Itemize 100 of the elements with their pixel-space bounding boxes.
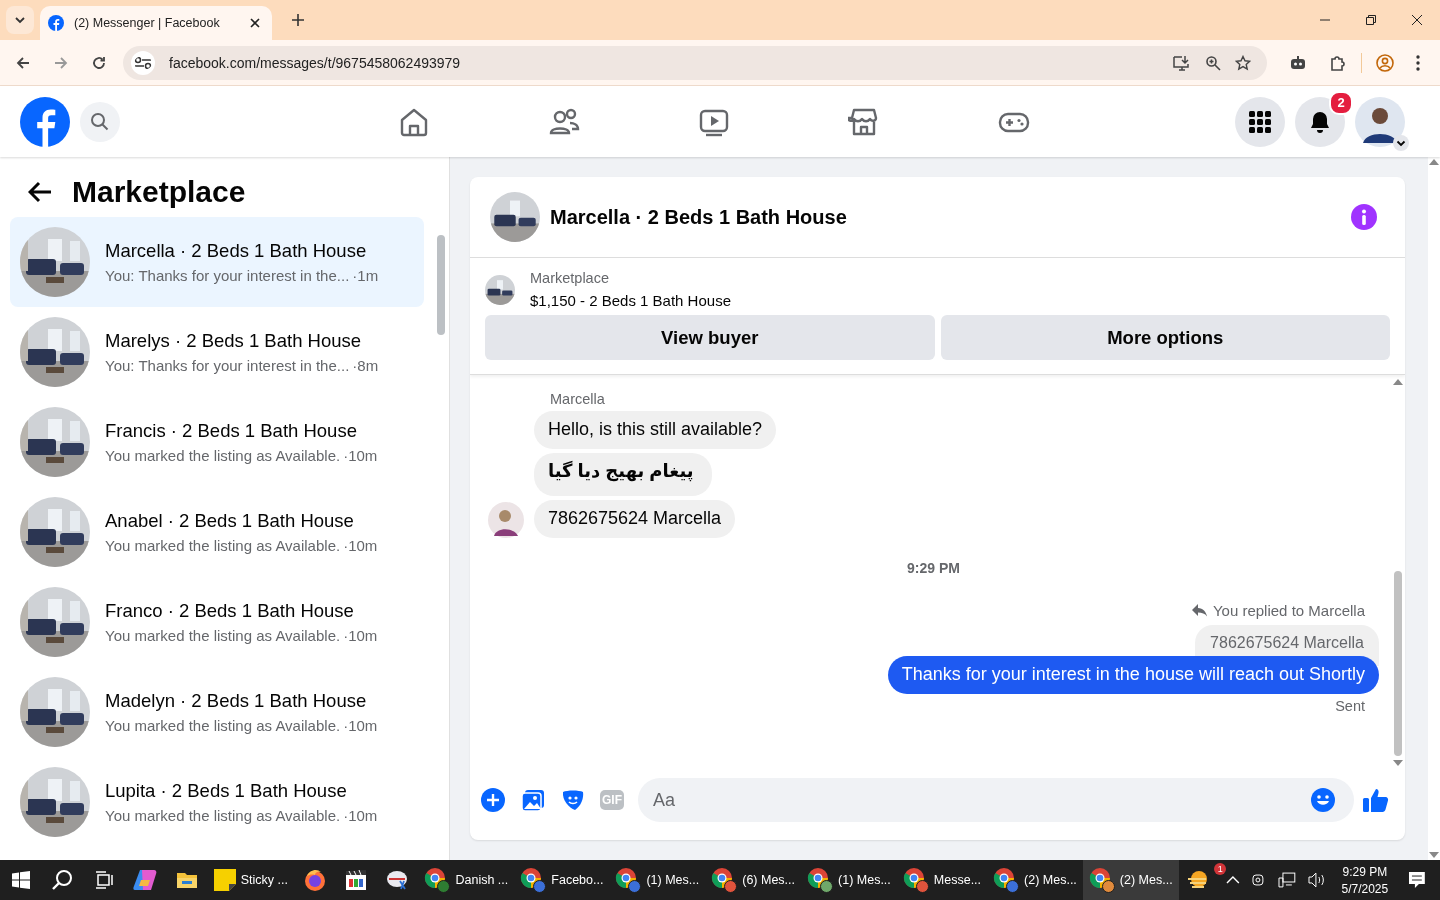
copilot-icon[interactable] <box>133 869 158 891</box>
new-tab-icon[interactable] <box>292 14 304 26</box>
tab-search-button[interactable] <box>6 6 34 34</box>
notifications-button[interactable] <box>1295 96 1345 147</box>
conversation-title: Marelys · 2 Beds 1 Bath House <box>105 330 363 352</box>
message-bubble: پیغام بھیج دیا گیا <box>534 452 712 497</box>
scroll-up-icon[interactable] <box>1393 379 1403 385</box>
chevron-up-icon[interactable] <box>1226 876 1241 884</box>
view-buyer-button[interactable]: View buyer <box>485 315 935 360</box>
windows-start-icon[interactable] <box>11 871 30 889</box>
conversation-item[interactable]: Francis · 2 Beds 1 Bath House You marked the listing as Available. ·10m <box>10 397 424 487</box>
message-input[interactable]: Aa <box>638 778 1354 822</box>
taskbar-app[interactable]: (2) Mes... <box>1082 860 1179 900</box>
conversation-item[interactable]: Marcella · 2 Beds 1 Bath House You: Thanks for your interest in the... ·1m <box>10 217 424 307</box>
firefox-icon[interactable] <box>302 868 327 892</box>
search-icon <box>90 111 110 132</box>
close-icon[interactable] <box>1411 14 1423 26</box>
info-icon[interactable] <box>1351 204 1377 230</box>
task-view-icon[interactable] <box>94 871 113 889</box>
thumbs-up-icon[interactable] <box>1362 786 1390 814</box>
conversation-title: Marcella · 2 Beds 1 Bath House <box>105 240 368 262</box>
conversation-item[interactable]: Lupita · 2 Beds 1 Bath House You marked the listing as Available. ·10m <box>10 757 424 847</box>
bookmark-star-icon[interactable] <box>1235 54 1251 71</box>
notification-badge: 2 <box>1329 90 1353 115</box>
network-icon[interactable] <box>1277 872 1296 888</box>
message-preview: You: Thanks for your interest in the... <box>105 267 350 284</box>
conversation-title: Francis · 2 Beds 1 Bath House <box>105 420 358 442</box>
menu-icon[interactable] <box>1416 54 1420 71</box>
site-settings-icon[interactable] <box>131 50 155 75</box>
image-icon[interactable] <box>520 787 546 813</box>
message-time: ·8m <box>352 357 379 374</box>
taskbar-app[interactable]: (2) Mes... <box>987 860 1083 900</box>
install-icon[interactable] <box>1173 54 1191 71</box>
listing-label: Marketplace <box>530 270 610 286</box>
notification-badge: 1 <box>1214 863 1227 875</box>
volume-icon[interactable] <box>1307 872 1326 888</box>
more-options-button[interactable]: More options <box>940 315 1390 360</box>
reload-icon[interactable] <box>91 54 107 71</box>
message-time: ·1m <box>352 267 379 284</box>
taskbar-app[interactable]: Messe... <box>896 860 988 900</box>
conversation-title: Anabel · 2 Beds 1 Bath House <box>105 510 355 532</box>
conversation-title: Franco · 2 Beds 1 Bath House <box>105 600 355 622</box>
taskbar-app[interactable]: (6) Mes... <box>705 860 801 900</box>
back-icon[interactable] <box>15 54 31 71</box>
message-time: ·10m <box>343 627 378 644</box>
chevron-down-icon[interactable] <box>1393 134 1409 151</box>
forward-icon[interactable] <box>53 54 69 71</box>
taskbar-app[interactable]: (1) Mes... <box>801 860 897 900</box>
folder-icon[interactable] <box>175 870 198 890</box>
reply-icon <box>1191 603 1207 617</box>
clock-time: 9:29 PM <box>1342 864 1388 879</box>
message-time: ·10m <box>343 807 378 824</box>
message-bubble: 7862675624 Marcella <box>534 500 736 538</box>
zoom-icon[interactable] <box>1205 54 1221 71</box>
close-icon[interactable] <box>250 18 260 28</box>
conversation-item[interactable]: Franco · 2 Beds 1 Bath House You marked the listing as Available. ·10m <box>10 577 424 667</box>
taskbar-app[interactable]: (1) Mes... <box>609 860 706 900</box>
address-bar[interactable]: facebook.com/messages/t/9675458062493979 <box>123 45 1267 80</box>
conversation-title: Marcella · 2 Beds 1 Bath House <box>550 205 847 229</box>
extensions-icon[interactable] <box>1329 53 1347 72</box>
message-bubble: Thanks for your interest in the house will reach out Shortly <box>887 655 1379 694</box>
profile-icon[interactable] <box>1376 53 1394 72</box>
conversation-item[interactable]: Anabel · 2 Beds 1 Bath House You marked the listing as Available. ·10m <box>10 487 424 577</box>
grid-icon <box>1248 109 1272 134</box>
scroll-down-icon[interactable] <box>1429 852 1439 858</box>
snipping-tool-icon[interactable] <box>385 869 410 891</box>
restore-icon[interactable] <box>1365 14 1377 26</box>
taskbar-app[interactable]: Facebo... <box>514 860 610 900</box>
scrollbar[interactable] <box>1394 571 1402 756</box>
message-preview: You: Thanks for your interest in the... <box>105 357 350 374</box>
search-button[interactable] <box>80 101 120 142</box>
taskbar-app[interactable]: Danish ... <box>418 860 515 900</box>
search-icon[interactable] <box>51 869 74 891</box>
message-time: ·10m <box>343 717 378 734</box>
facebook-logo[interactable] <box>20 96 70 147</box>
menu-button[interactable] <box>1235 96 1285 147</box>
robot-icon[interactable] <box>1289 54 1307 71</box>
back-arrow-icon[interactable] <box>28 181 52 203</box>
message-preview: You marked the listing as Available. <box>105 627 341 644</box>
conversation-item[interactable]: Madelyn · 2 Beds 1 Bath House You marked the listing as Available. ·10m <box>10 667 424 757</box>
scroll-down-icon[interactable] <box>1393 760 1403 766</box>
avatar[interactable] <box>1355 96 1405 147</box>
message-time: ·10m <box>343 447 378 464</box>
message-preview: You marked the listing as Available. <box>105 537 341 554</box>
scrollbar[interactable] <box>437 235 445 335</box>
notification-center-icon[interactable] <box>1408 871 1426 889</box>
sticky-notes-icon <box>213 869 236 891</box>
tab-title: (2) Messenger | Facebook <box>74 16 221 30</box>
scroll-up-icon[interactable] <box>1429 159 1439 165</box>
conversation-title: Madelyn · 2 Beds 1 Bath House <box>105 690 368 712</box>
taskbar-app[interactable]: Sticky ... <box>207 860 294 900</box>
timestamp: 9:29 PM <box>907 559 960 576</box>
browser-tab[interactable]: (2) Messenger | Facebook <box>40 6 272 40</box>
message-time: ·10m <box>343 537 378 554</box>
conversation-item[interactable]: Marelys · 2 Beds 1 Bath House You: Thanks for your interest in the... ·8m <box>10 307 424 397</box>
message-status: Sent <box>1335 697 1366 714</box>
media-player-icon[interactable] <box>345 869 368 891</box>
camera-icon[interactable] <box>1252 872 1266 888</box>
plus-icon[interactable] <box>480 787 506 813</box>
url-text: facebook.com/messages/t/9675458062493979 <box>169 54 461 71</box>
